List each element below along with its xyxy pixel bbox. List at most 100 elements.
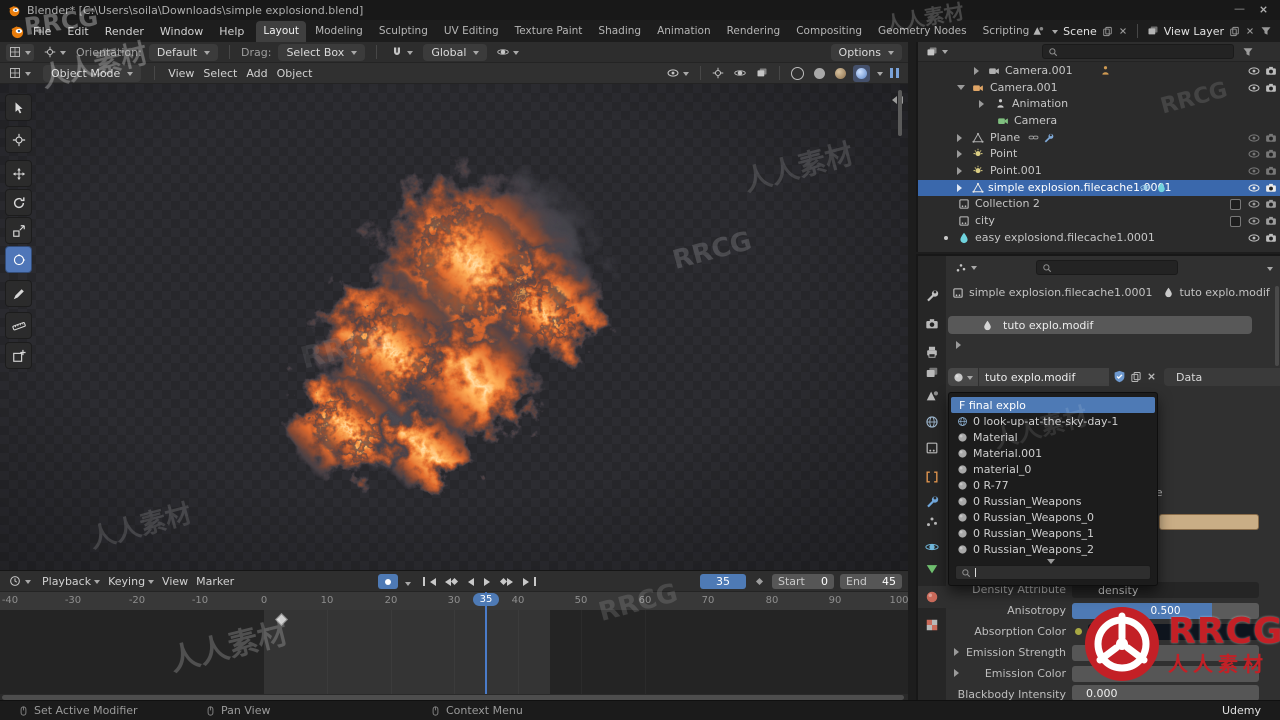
pivot-dropdown[interactable]: Global: [423, 43, 488, 61]
eye-icon[interactable]: [1248, 148, 1260, 160]
workspace-tab-layout[interactable]: Layout: [256, 20, 307, 42]
close-icon[interactable]: [1258, 4, 1269, 15]
shading-rendered-button[interactable]: [853, 64, 870, 82]
new-view-layer-icon[interactable]: [1229, 26, 1240, 37]
outliner-row-collection-2[interactable]: Collection 2: [918, 196, 1280, 212]
menu-help[interactable]: Help: [219, 25, 244, 38]
shading-solid-button[interactable]: [811, 65, 828, 82]
mode-dropdown[interactable]: Object Mode: [43, 64, 142, 82]
camera-icon[interactable]: [1265, 232, 1277, 244]
close-icon[interactable]: [1245, 26, 1255, 36]
workspace-tab-uv-editing[interactable]: UV Editing: [437, 21, 506, 42]
outliner-row-camera-001a[interactable]: Camera.001: [918, 63, 1280, 79]
data-tab[interactable]: Data: [1164, 368, 1280, 386]
camera-icon[interactable]: [1265, 132, 1277, 144]
tool-annotate[interactable]: [5, 280, 32, 307]
scene-name[interactable]: Scene: [1063, 25, 1097, 38]
outliner-row-camera-001b[interactable]: Camera.001: [918, 80, 1280, 96]
frame-start-field[interactable]: Start 0: [772, 574, 834, 589]
outliner-row-animation[interactable]: Animation: [918, 96, 1280, 112]
editor-type-button[interactable]: [6, 573, 34, 590]
tab-material[interactable]: [925, 590, 939, 604]
eye-icon[interactable]: [1248, 198, 1260, 210]
camera-icon[interactable]: [1265, 165, 1277, 177]
tool-cursor[interactable]: [5, 126, 32, 153]
snap-magnet-toggle[interactable]: [388, 44, 416, 61]
collection-checkbox[interactable]: [1230, 216, 1241, 227]
chevron-down-icon[interactable]: [405, 582, 411, 589]
view-layer-name[interactable]: View Layer: [1164, 25, 1224, 38]
dropdown-item[interactable]: Material.001: [951, 445, 1155, 461]
jump-to-end-button[interactable]: [520, 574, 538, 589]
menu-playback[interactable]: Playback: [42, 575, 101, 588]
object-visibility-dropdown[interactable]: [664, 65, 692, 82]
workspace-tab-shading[interactable]: Shading: [591, 21, 648, 42]
gizmos-toggle[interactable]: [709, 65, 727, 82]
menu-keying[interactable]: Keying: [108, 575, 155, 588]
browse-id-button[interactable]: [948, 368, 978, 386]
tab-particles[interactable]: [925, 515, 939, 529]
dropdown-item[interactable]: 0 Russian_Weapons_1: [951, 525, 1155, 541]
blackbody-intensity-field[interactable]: 0.000: [1072, 685, 1259, 700]
xray-toggle[interactable]: [753, 65, 771, 82]
eye-icon[interactable]: [1248, 165, 1260, 177]
blender-menu-icon[interactable]: [10, 24, 25, 39]
next-keyframe-button[interactable]: [499, 574, 518, 589]
frame-end-field[interactable]: End 45: [840, 574, 902, 589]
proportional-editing-toggle[interactable]: [494, 44, 522, 61]
copy-icon[interactable]: [1130, 371, 1142, 383]
playhead-frame-badge[interactable]: 35: [473, 593, 499, 606]
menu-render[interactable]: Render: [105, 25, 144, 38]
tool-add-cube[interactable]: [5, 342, 32, 369]
dropdown-item[interactable]: 0 Russian_Weapons: [951, 493, 1155, 509]
collection-checkbox[interactable]: [1230, 199, 1241, 210]
tab-texture[interactable]: [925, 618, 939, 632]
workspace-tab-sculpting[interactable]: Sculpting: [372, 21, 435, 42]
tool-move[interactable]: [5, 160, 32, 187]
panel-expand-icon[interactable]: [956, 341, 965, 349]
tab-object-data[interactable]: [925, 562, 939, 576]
eye-icon[interactable]: [1248, 182, 1260, 194]
close-icon[interactable]: [1118, 26, 1128, 36]
editing-text-field[interactable]: [1159, 514, 1259, 530]
menu-select[interactable]: Select: [203, 67, 237, 80]
editor-type-button[interactable]: [6, 43, 34, 61]
shading-material-button[interactable]: [832, 65, 849, 82]
menu-edit[interactable]: Edit: [67, 25, 88, 38]
id-name-field[interactable]: tuto explo.modif: [979, 368, 1109, 386]
camera-icon[interactable]: [1265, 82, 1277, 94]
playhead-line[interactable]: [485, 592, 487, 694]
breadcrumb-modifier[interactable]: tuto explo.modif: [1179, 286, 1269, 299]
funnel-icon[interactable]: [1242, 46, 1254, 58]
orientation-dropdown[interactable]: Default: [148, 43, 219, 61]
prev-keyframe-button[interactable]: [440, 574, 459, 589]
new-scene-icon[interactable]: [1102, 26, 1113, 37]
camera-icon[interactable]: [1265, 65, 1277, 77]
chevron-down-icon[interactable]: [1267, 267, 1273, 274]
menu-file[interactable]: File: [33, 25, 51, 38]
dropdown-item[interactable]: F final explo: [951, 397, 1155, 413]
properties-search-input[interactable]: [1036, 260, 1178, 275]
tool-select-box[interactable]: [5, 94, 32, 121]
eye-icon[interactable]: [1248, 132, 1260, 144]
tab-view-layer[interactable]: [925, 366, 939, 380]
editor-type-button[interactable]: [923, 43, 951, 60]
view-layer-icon[interactable]: [1147, 25, 1159, 37]
outliner-search-input[interactable]: [1042, 44, 1234, 59]
workspace-tab-compositing[interactable]: Compositing: [789, 21, 869, 42]
fake-user-shield-icon[interactable]: [1113, 370, 1126, 383]
jump-to-start-button[interactable]: [420, 574, 438, 589]
tab-output[interactable]: [925, 345, 939, 359]
dropdown-item[interactable]: 0 R-77: [951, 477, 1155, 493]
workspace-tab-geometry-nodes[interactable]: Geometry Nodes: [871, 21, 974, 42]
use-preview-range-button[interactable]: [750, 574, 768, 589]
outliner-row-point[interactable]: Point: [918, 146, 1280, 162]
workspace-tab-scripting[interactable]: Scripting: [976, 21, 1033, 42]
tab-tool[interactable]: [925, 288, 939, 302]
camera-icon[interactable]: [1265, 215, 1277, 227]
active-tool-button[interactable]: [41, 44, 69, 61]
tool-scale[interactable]: [5, 217, 32, 244]
eye-icon[interactable]: [1248, 232, 1260, 244]
current-frame-field[interactable]: 35: [700, 574, 746, 589]
viewport-scrollbar[interactable]: [898, 90, 902, 136]
